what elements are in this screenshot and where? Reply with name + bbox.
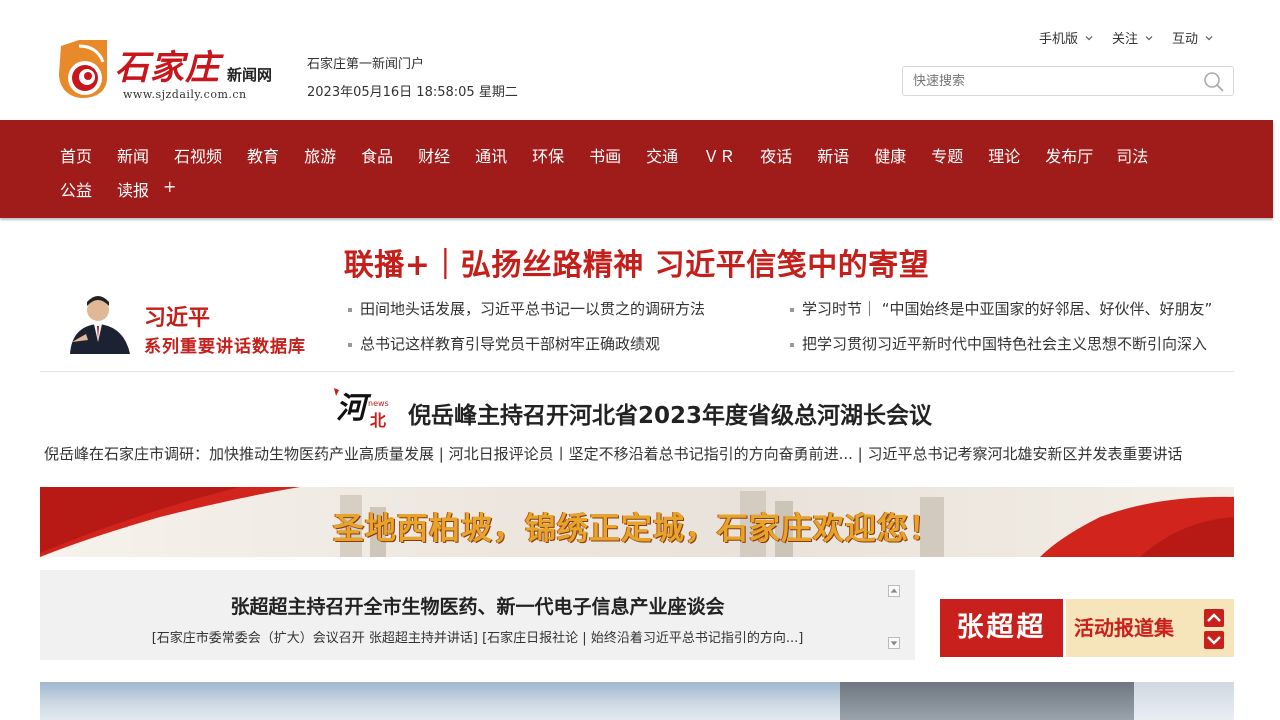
link-text: 田间地头话发展，习近平总书记一以贯之的调研方法 <box>360 300 706 318</box>
scroll-down-button[interactable] <box>888 637 900 649</box>
triangle-down-icon <box>890 641 898 646</box>
link-text: 学习时节｜ “中国始终是中亚国家的好邻居、好伙伴、好朋友” <box>802 300 1213 318</box>
nav-item-communication[interactable]: 通讯 <box>475 143 507 167</box>
hebei-headline[interactable]: 倪岳峰主持召开河北省2023年度省级总河湖长会议 <box>408 396 932 430</box>
bottom-image-light <box>1134 682 1234 720</box>
chevron-down-icon <box>1145 35 1153 40</box>
nav-item-read-paper[interactable]: 读报 <box>117 177 149 201</box>
scroll-up-button[interactable] <box>888 585 900 597</box>
nav-item-finance[interactable]: 财经 <box>418 143 450 167</box>
list-item[interactable]: 学习时节｜ “中国始终是中亚国家的好邻居、好伙伴、好朋友” <box>790 299 1220 319</box>
site-logo[interactable]: 石家庄 新闻网 www.sjzdaily.com.cn <box>57 38 287 104</box>
top-nav-label: 手机版 <box>1038 32 1078 47</box>
main-nav-row-2: 公益 读报 + <box>60 177 201 201</box>
xi-speech-database-banner[interactable]: 习近平 系列重要讲话数据库 <box>64 292 328 357</box>
bullet-icon <box>348 342 352 347</box>
top-nav-mobile[interactable]: 手机版 <box>1039 28 1094 47</box>
xi-links-column-2: 学习时节｜ “中国始终是中亚国家的好邻居、好伙伴、好朋友” 把学习贯彻习近平新时… <box>790 299 1220 369</box>
bullet-icon <box>790 307 794 312</box>
top-nav-label: 关注 <box>1111 32 1138 47</box>
nav-item-food[interactable]: 食品 <box>361 143 393 167</box>
chevron-down-icon <box>1205 35 1213 40</box>
search-input[interactable] <box>903 67 1193 95</box>
hebei-logo-news: news <box>368 399 389 408</box>
list-item[interactable]: 总书记这样教育引导党员干部树牢正确政绩观 <box>348 334 778 354</box>
top-nav-label: 互动 <box>1171 32 1198 47</box>
nav-item-press-hall[interactable]: 发布厅 <box>1045 143 1093 167</box>
nav-item-new-words[interactable]: 新语 <box>817 143 849 167</box>
top-headline[interactable]: 联播+｜弘扬丝路精神 习近平信笺中的寄望 <box>0 240 1273 284</box>
nav-item-education[interactable]: 教育 <box>247 143 279 167</box>
zhang-activity-banner[interactable]: 张超超 活动报道集 <box>940 599 1234 657</box>
bottom-image-strip[interactable] <box>40 682 1234 720</box>
hebei-news-logo: 河 news 北 <box>332 386 398 430</box>
hebei-links[interactable]: 倪岳峰在石家庄市调研：加快推动生物医药产业高质量发展 | 河北日报评论员丨坚定不… <box>44 443 1234 467</box>
link-text: 把学习贯彻习近平新时代中国特色社会主义思想不断引向深入 <box>802 335 1208 353</box>
nav-item-video[interactable]: 石视频 <box>174 143 222 167</box>
nav-more-button[interactable]: + <box>163 177 176 201</box>
main-nav-row-1: 首页 新闻 石视频 教育 旅游 食品 财经 通讯 环保 书画 交通 ＶＲ 夜话 … <box>60 143 1173 167</box>
top-nav-interact[interactable]: 互动 <box>1172 28 1214 47</box>
nav-item-home[interactable]: 首页 <box>60 143 92 167</box>
site-header: 石家庄 新闻网 www.sjzdaily.com.cn 石家庄第一新闻门户 20… <box>0 0 1280 120</box>
xi-name: 习近平 <box>144 306 211 331</box>
section-divider <box>40 371 1234 372</box>
nav-item-health[interactable]: 健康 <box>874 143 906 167</box>
nav-item-justice[interactable]: 司法 <box>1116 143 1148 167</box>
hebei-logo-icon: 河 news 北 <box>334 388 389 430</box>
triangle-up-icon <box>890 588 898 593</box>
nav-item-environment[interactable]: 环保 <box>532 143 564 167</box>
logo-title: 石家庄 <box>115 48 220 88</box>
hebei-logo-bei: 北 <box>370 411 386 430</box>
list-item[interactable]: 把学习贯彻习近平新时代中国特色社会主义思想不断引向深入 <box>790 334 1220 354</box>
featured-news-sub[interactable]: [石家庄市委常委会（扩大）会议召开 张超超主持并讲话] [石家庄日报社论 | 始… <box>40 627 915 646</box>
nav-item-calligraphy[interactable]: 书画 <box>589 143 621 167</box>
main-nav: 首页 新闻 石视频 教育 旅游 食品 财经 通讯 环保 书画 交通 ＶＲ 夜话 … <box>0 120 1273 218</box>
nav-item-news[interactable]: 新闻 <box>117 143 149 167</box>
featured-news-box: 张超超主持召开全市生物医药、新一代电子信息产业座谈会 [石家庄市委常委会（扩大）… <box>40 570 915 660</box>
top-nav-follow[interactable]: 关注 <box>1112 28 1154 47</box>
logo-subtitle: 新闻网 <box>227 66 273 84</box>
link-text: 总书记这样教育引导党员干部树牢正确政绩观 <box>360 335 661 353</box>
hebei-logo-char: 河 <box>336 391 372 426</box>
nav-item-traffic[interactable]: 交通 <box>646 143 678 167</box>
nav-item-night-talk[interactable]: 夜话 <box>760 143 792 167</box>
banner-slogan: 圣地西柏坡，锦绣正定城，石家庄欢迎您！ <box>333 511 941 547</box>
current-datetime: 2023年05月16日 18:58:05 星期二 <box>307 85 518 100</box>
logo-url: www.sjzdaily.com.cn <box>123 88 247 101</box>
nav-item-travel[interactable]: 旅游 <box>304 143 336 167</box>
chevron-down-icon <box>1085 35 1093 40</box>
double-chevron-icon <box>1204 609 1224 649</box>
logo-swirl-icon <box>59 40 107 98</box>
xi-subtitle: 系列重要讲话数据库 <box>144 337 306 357</box>
nav-item-vr[interactable]: ＶＲ <box>703 143 735 167</box>
zhang-banner-name: 张超超 <box>940 599 1063 657</box>
nav-item-theory[interactable]: 理论 <box>988 143 1020 167</box>
xi-links-column-1: 田间地头话发展，习近平总书记一以贯之的调研方法 总书记这样教育引导党员干部树牢正… <box>348 299 778 369</box>
top-nav: 手机版 关注 互动 <box>1039 28 1214 47</box>
bottom-image-dark <box>840 682 1134 720</box>
site-tagline: 石家庄第一新闻门户 <box>307 57 425 72</box>
search-icon[interactable] <box>1203 71 1225 93</box>
list-item[interactable]: 田间地头话发展，习近平总书记一以贯之的调研方法 <box>348 299 778 319</box>
search-box <box>902 66 1234 96</box>
bullet-icon <box>790 342 794 347</box>
bullet-icon <box>348 307 352 312</box>
welcome-banner[interactable]: 圣地西柏坡，锦绣正定城，石家庄欢迎您！ <box>40 487 1234 557</box>
portrait-image <box>64 292 136 354</box>
nav-item-topics[interactable]: 专题 <box>931 143 963 167</box>
nav-item-charity[interactable]: 公益 <box>60 177 92 201</box>
featured-news-title[interactable]: 张超超主持召开全市生物医药、新一代电子信息产业座谈会 <box>40 592 915 619</box>
